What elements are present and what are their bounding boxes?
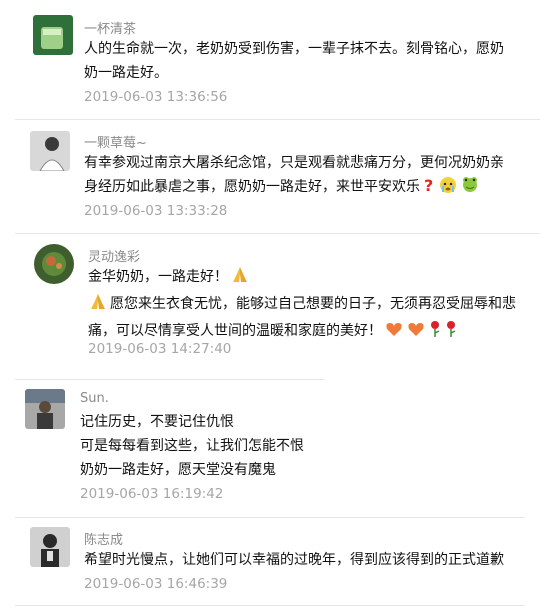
comment-line-wrap: 愿您来生衣食无忧，能够过自己想要的日子，无须再忍受屈辱和悲 <box>88 292 516 319</box>
comment-author[interactable]: 一颗草莓~ <box>84 132 147 151</box>
rose-emoji <box>444 320 458 346</box>
avatar[interactable] <box>25 389 65 429</box>
comment-line-wrap: 身经历如此暴虐之事，愿奶奶一路走好，来世平安欢乐? <box>84 175 504 202</box>
divider <box>15 517 525 518</box>
avatar-image <box>30 131 70 171</box>
comment-line: 奶一路走好。 <box>84 65 168 81</box>
avatar-image <box>30 527 70 567</box>
divider <box>15 119 540 120</box>
divider <box>15 233 540 234</box>
comment-author[interactable]: 陈志成 <box>84 529 123 548</box>
comment-text: 记住历史，不要记住仇恨 可是每每看到这些，让我们怎能不恨 奶奶一路走好，愿天堂没… <box>80 410 304 482</box>
comment-line: 痛，可以尽情享受人世间的温暖和家庭的美好！ <box>88 323 382 339</box>
heart-emoji <box>406 320 426 346</box>
heart-emoji <box>384 320 404 346</box>
comment-text: 人的生命就一次，老奶奶受到伤害，一辈子抹不去。刻骨铭心，愿奶 奶一路走好。 <box>84 37 504 85</box>
avatar-image <box>33 15 73 55</box>
avatar-image <box>25 389 65 429</box>
divider <box>15 379 325 380</box>
comment-line: 愿您来生衣食无忧，能够过自己想要的日子，无须再忍受屈辱和悲 <box>110 296 516 312</box>
comment-line: 希望时光慢点，让她们可以幸福的过晚年，得到应该得到的正式道歉 <box>84 552 504 568</box>
avatar[interactable] <box>30 527 70 567</box>
comment-author[interactable]: 灵动逸彩 <box>88 246 140 265</box>
comment-line: 奶奶一路走好，愿天堂没有魔鬼 <box>80 462 276 478</box>
comment-timestamp: 2019-06-03 16:46:39 <box>84 576 228 592</box>
avatar-image <box>34 244 74 284</box>
comment-line: 金华奶奶，一路走好！ <box>88 269 228 285</box>
comment-timestamp: 2019-06-03 13:33:28 <box>84 203 228 219</box>
comment-line: 人的生命就一次，老奶奶受到伤害，一辈子抹不去。刻骨铭心，愿奶 <box>84 41 504 57</box>
comment-timestamp: 2019-06-03 14:27:40 <box>88 341 232 357</box>
avatar[interactable] <box>33 15 73 55</box>
avatar[interactable] <box>30 131 70 171</box>
comment-timestamp: 2019-06-03 16:19:42 <box>80 486 224 502</box>
question-mark-emoji: ? <box>422 176 436 202</box>
comment-line: 记住历史，不要记住仇恨 <box>80 414 234 430</box>
comment-author[interactable]: 一杯清茶 <box>84 18 136 37</box>
avatar[interactable] <box>34 244 74 284</box>
comment-timestamp: 2019-06-03 13:36:56 <box>84 89 228 105</box>
frog-emoji <box>460 176 480 202</box>
comment-line: 身经历如此暴虐之事，愿奶奶一路走好，来世平安欢乐 <box>84 179 420 195</box>
crying-face-emoji <box>438 176 458 202</box>
comment-line: 有幸参观过南京大屠杀纪念馆，只是观看就悲痛万分，更何况奶奶亲 <box>84 155 504 171</box>
divider <box>15 605 525 606</box>
comment-line: 可是每每看到这些，让我们怎能不恨 <box>80 438 304 454</box>
rose-emoji <box>428 320 442 346</box>
comment-text: 金华奶奶，一路走好！ 愿您来生衣食无忧，能够过自己想要的日子，无须再忍受屈辱和悲… <box>88 265 516 346</box>
praying-hands-emoji <box>88 293 108 319</box>
comment-line-wrap: 金华奶奶，一路走好！ <box>88 265 516 292</box>
comment-text: 有幸参观过南京大屠杀纪念馆，只是观看就悲痛万分，更何况奶奶亲 身经历如此暴虐之事… <box>84 151 504 202</box>
svg-text:?: ? <box>424 176 433 194</box>
comment-author[interactable]: Sun. <box>80 391 109 406</box>
praying-hands-emoji <box>230 266 250 292</box>
comment-text: 希望时光慢点，让她们可以幸福的过晚年，得到应该得到的正式道歉 <box>84 548 504 572</box>
